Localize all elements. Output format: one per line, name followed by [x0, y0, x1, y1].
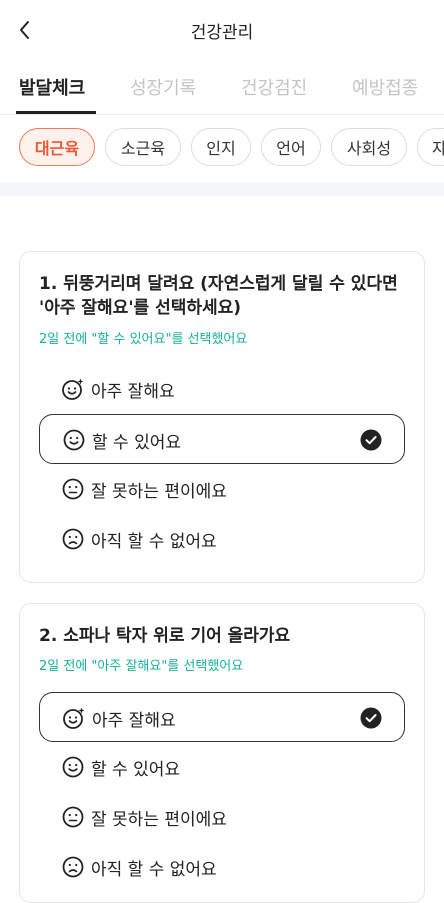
neutral-face-icon [62, 806, 84, 828]
chip-language[interactable]: 언어 [261, 128, 321, 166]
answer-option[interactable]: 잘 못하는 편이에요 [39, 464, 405, 514]
answer-option[interactable]: 아주 잘해요 [39, 364, 405, 414]
tab-vaccination[interactable]: 예방접종 [352, 74, 418, 100]
page-title: 건강관리 [190, 23, 254, 43]
answer-option[interactable]: 할 수 있어요 [39, 742, 405, 792]
question-card: 1. 뒤뚱거리며 달려요 (자연스럽게 달릴 수 있다면 '아주 잘해요'를 선… [19, 251, 425, 583]
chip-self-help[interactable]: 자 [417, 128, 444, 166]
smile-sparkle-icon [63, 707, 85, 729]
question-title: 1. 뒤뚱거리며 달려요 (자연스럽게 달릴 수 있다면 '아주 잘해요'를 선… [39, 274, 398, 318]
question-card: 2. 소파나 탁자 위로 기어 올라가요 2일 전에 "아주 잘해요"를 선택했… [19, 603, 425, 903]
option-label: 잘 못하는 편이에요 [91, 482, 227, 502]
option-label: 할 수 있어요 [92, 433, 182, 453]
category-chip-bar: 대근육 소근육 인지 언어 사회성 자 [0, 126, 444, 170]
check-circle-icon [360, 429, 382, 451]
question-status: 2일 전에 "할 수 있어요"를 선택했어요 [39, 332, 248, 347]
answer-option-selected[interactable]: 할 수 있어요 [39, 414, 405, 464]
option-label: 아주 잘해요 [91, 382, 175, 402]
tab-health-checkup[interactable]: 건강검진 [241, 74, 307, 100]
section-divider [0, 182, 444, 196]
chip-social[interactable]: 사회성 [331, 128, 407, 166]
answer-option[interactable]: 잘 못하는 편이에요 [39, 792, 405, 842]
chip-fine-motor[interactable]: 소근육 [105, 128, 181, 166]
neutral-face-icon [62, 478, 84, 500]
question-status: 2일 전에 "아주 잘해요"를 선택했어요 [39, 659, 244, 674]
smile-sparkle-icon [62, 378, 84, 400]
sad-face-icon [62, 528, 84, 550]
option-label: 아주 잘해요 [92, 711, 176, 731]
answer-option[interactable]: 아직 할 수 없어요 [39, 514, 405, 564]
tab-development-check[interactable]: 발달체크 [19, 74, 85, 100]
smile-icon [63, 429, 85, 451]
chip-gross-motor[interactable]: 대근육 [19, 128, 95, 166]
tab-bar: 발달체크 성장기록 건강검진 예방접종 [0, 62, 444, 115]
answer-option[interactable]: 아직 할 수 없어요 [39, 842, 405, 892]
option-label: 할 수 있어요 [91, 760, 181, 780]
sad-face-icon [62, 856, 84, 878]
answer-option-selected[interactable]: 아주 잘해요 [39, 692, 405, 742]
option-label: 아직 할 수 없어요 [91, 860, 217, 880]
tab-growth-record[interactable]: 성장기록 [130, 74, 196, 100]
chip-cognition[interactable]: 인지 [191, 128, 251, 166]
smile-icon [62, 756, 84, 778]
option-label: 잘 못하는 편이에요 [91, 810, 227, 830]
option-label: 아직 할 수 없어요 [91, 532, 217, 552]
question-title: 2. 소파나 탁자 위로 기어 올라가요 [39, 626, 291, 646]
active-tab-indicator [16, 111, 96, 114]
app-header: 건강관리 [0, 0, 444, 60]
check-circle-icon [360, 707, 382, 729]
